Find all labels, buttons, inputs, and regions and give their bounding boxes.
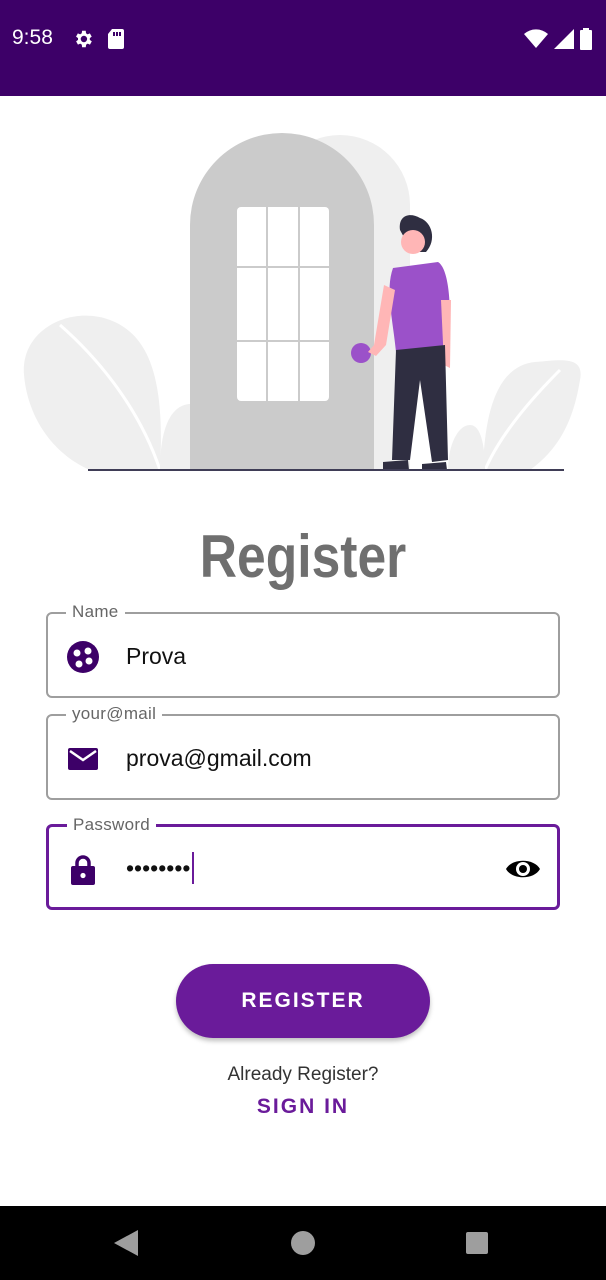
wifi-icon [524,29,548,54]
already-register-text: Already Register? [227,1064,379,1085]
status-left-icons [72,28,126,55]
sign-in-link[interactable]: SIGN IN [0,1095,606,1119]
navigation-bar [0,1206,606,1280]
register-button[interactable]: REGISTER [176,964,430,1038]
email-label: your@mail [66,704,163,724]
password-label: Password [67,815,157,835]
register-illustration [23,133,581,471]
status-bar: 9:58 [0,0,606,96]
gear-icon [72,28,94,55]
email-input[interactable]: prova@gmail.com [126,744,312,772]
home-icon[interactable] [291,1231,315,1255]
password-dots: •••••••• [126,855,191,882]
sd-card-icon [106,28,126,55]
status-time: 9:58 [12,26,53,49]
password-field[interactable]: Password •••••••• [46,815,560,910]
password-input[interactable]: •••••••• [126,852,195,886]
page-title: Register [199,523,407,590]
name-label: Name [66,602,125,622]
status-right-icons [524,28,592,55]
person-circle-icon [66,640,100,674]
back-icon[interactable] [114,1230,138,1261]
recents-icon[interactable] [466,1232,488,1254]
battery-icon [580,28,592,55]
name-input[interactable]: Prova [126,642,186,670]
text-caret [192,852,195,884]
name-field[interactable]: Name Prova [46,602,560,698]
mail-icon [66,742,100,776]
lock-icon [66,852,100,886]
signal-icon [554,29,574,54]
eye-icon[interactable] [505,851,541,887]
email-field[interactable]: your@mail prova@gmail.com [46,704,560,800]
